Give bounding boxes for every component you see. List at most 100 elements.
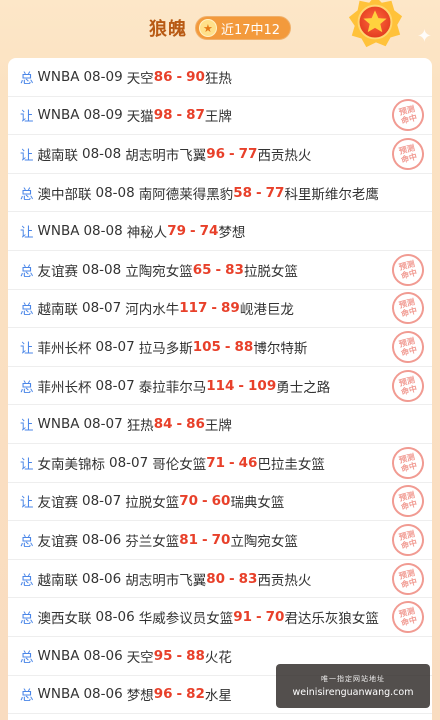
match-date: 08-06 <box>95 609 135 626</box>
home-score: 84 <box>153 416 173 433</box>
prediction-type: 总 <box>20 611 34 628</box>
prediction-row[interactable]: 总菲州长杯 08-07 泰拉菲尔马 114-109 勇士之路 预测 命中 <box>8 366 432 406</box>
prediction-hit-stamp: 预测 命中 <box>388 366 428 405</box>
match-date: 08-09 <box>83 107 123 124</box>
prediction-hit-stamp: 预测 命中 <box>388 559 428 598</box>
home-team: 神秘人 <box>126 225 168 242</box>
match-date: 08-07 <box>82 300 122 317</box>
prediction-type: 总 <box>20 572 34 589</box>
score-separator: - <box>238 377 245 394</box>
prediction-hit-stamp: 预测 命中 <box>388 443 428 483</box>
score-separator: - <box>176 68 183 85</box>
away-team: 勇士之路 <box>276 379 331 396</box>
away-team: 西贡热火 <box>257 572 312 589</box>
away-score: 77 <box>238 145 258 162</box>
match-date: 08-06 <box>82 570 122 587</box>
home-score: 80 <box>206 570 226 587</box>
prediction-hit-stamp: 预测 命中 <box>388 520 428 560</box>
match-date: 08-06 <box>82 531 122 548</box>
home-score: 98 <box>153 107 173 124</box>
home-score: 70 <box>179 493 199 510</box>
prediction-row[interactable]: 总澳西女联 08-06 华威参议员女篮 91-70 君达乐灰狼女篮 预测 命中 <box>8 597 432 637</box>
prediction-hit-stamp: 预测 命中 <box>388 134 428 174</box>
away-score: 82 <box>186 686 205 703</box>
prediction-row[interactable]: 让友谊赛 08-07 拉脱女篮 70-60 瑞典女篮 预测 命中 <box>8 481 432 522</box>
home-score: 117 <box>179 300 208 317</box>
prediction-type: 总 <box>20 263 34 280</box>
score-separator: - <box>176 107 183 124</box>
league-name: 澳西女联 <box>37 611 92 628</box>
away-team: 巴拉圭女篮 <box>257 456 325 473</box>
prediction-type: 让 <box>20 418 34 435</box>
league-name: WNBA <box>37 647 80 664</box>
record-badge: ★ 近17中12 <box>194 16 292 40</box>
home-score: 96 <box>206 145 226 162</box>
prediction-row[interactable]: 让 WNBA 08-09 天猫 98-87 王牌 预测 命中 <box>8 95 432 136</box>
prediction-type: 让 <box>20 456 34 473</box>
prediction-type: 总 <box>20 688 34 705</box>
prediction-hit-stamp: 预测 命中 <box>388 481 428 521</box>
header: 狼魄 ★ 近17中12 ✦ <box>0 0 440 56</box>
prediction-row[interactable]: 让越南联 08-08 胡志明市飞翼 96-77 西贡热火 预测 命中 <box>8 134 432 174</box>
league-name: WNBA <box>37 107 80 124</box>
prediction-type: 总 <box>20 379 34 396</box>
watermark-url: weinisirenguanwang.com <box>292 687 414 698</box>
home-score: 96 <box>153 686 173 703</box>
away-team: 水星 <box>204 688 232 705</box>
prediction-hit-stamp: 预测 命中 <box>388 95 428 135</box>
prediction-row[interactable]: 总友谊赛 08-08 立陶宛女篮 65-83 拉脱女篮 预测 命中 <box>8 250 432 290</box>
stamp-line-2: 命中 <box>400 306 418 320</box>
score-separator: - <box>224 338 231 355</box>
prediction-row[interactable]: 总越南联 08-06 胡志明市飞翼 80-83 西贡热火 预测 命中 <box>8 559 432 599</box>
home-score: 65 <box>192 261 212 278</box>
away-score: 70 <box>265 609 285 626</box>
home-team: 天空 <box>126 649 154 666</box>
prediction-row[interactable]: 总越南联 08-07 河内水牛 117-89 岘港巨龙 预测 命中 <box>8 288 432 329</box>
away-score: 88 <box>186 647 205 664</box>
home-team: 华威参议员女篮 <box>138 611 234 628</box>
prediction-row[interactable]: 让 WNBA 08-08 神秘人 79-74 梦想 <box>8 212 432 251</box>
away-team: 梦想 <box>218 225 246 242</box>
match-date: 08-08 <box>95 184 135 201</box>
home-score: 86 <box>153 68 173 85</box>
league-name: WNBA <box>37 686 80 703</box>
league-name: 越南联 <box>37 302 79 319</box>
home-team: 拉马多斯 <box>138 340 193 357</box>
home-team: 狂热 <box>126 418 154 435</box>
prediction-row[interactable]: 总澳中部联 08-08 南阿德莱得黑豹 58-77 科里斯维尔老鹰 <box>8 174 432 213</box>
score-separator: - <box>256 184 262 201</box>
prediction-row[interactable]: 让女南美锦标 08-07 哥伦女篮 71-46 巴拉圭女篮 预测 命中 <box>8 443 432 483</box>
league-name: WNBA <box>37 416 80 433</box>
home-team: 天空 <box>126 70 154 87</box>
home-score: 79 <box>167 223 186 240</box>
home-score: 71 <box>206 454 226 471</box>
away-team: 瑞典女篮 <box>230 495 285 512</box>
prediction-row[interactable]: 让菲州长杯 08-07 拉马多斯 105-88 博尔特斯 预测 命中 <box>8 327 432 367</box>
watermark-caption: 唯一指定网站地址 <box>321 675 385 683</box>
prediction-type: 总 <box>20 70 34 87</box>
match-date: 08-06 <box>83 686 123 703</box>
prediction-row[interactable]: 让 WNBA 08-07 狂热 84-86 王牌 <box>8 405 432 444</box>
away-team: 君达乐灰狼女篮 <box>284 611 379 628</box>
away-team: 狂热 <box>204 70 232 87</box>
away-team: 西贡热火 <box>257 147 312 164</box>
match-date: 08-08 <box>83 223 123 240</box>
score-separator: - <box>229 145 235 162</box>
away-score: 86 <box>186 416 205 433</box>
league-name: 菲州长杯 <box>37 340 92 357</box>
prediction-row[interactable]: 总友谊赛 08-06 芬兰女篮 81-70 立陶宛女篮 预测 命中 <box>8 520 432 560</box>
match-date: 08-07 <box>83 416 123 433</box>
match-date: 08-07 <box>95 338 135 355</box>
prediction-row[interactable]: 总 WNBA 08-09 天空 86-90 狂热 <box>8 58 432 97</box>
home-score: 58 <box>233 184 253 201</box>
home-score: 105 <box>192 338 221 355</box>
league-name: WNBA <box>37 68 80 85</box>
score-separator: - <box>215 261 222 278</box>
away-score: 90 <box>186 68 205 85</box>
away-score: 70 <box>211 531 231 548</box>
home-team: 河内水牛 <box>125 302 180 319</box>
match-date: 08-08 <box>82 261 122 278</box>
away-team: 立陶宛女篮 <box>230 533 298 550</box>
prediction-hit-stamp: 预测 命中 <box>388 250 428 290</box>
score-separator: - <box>176 686 183 703</box>
